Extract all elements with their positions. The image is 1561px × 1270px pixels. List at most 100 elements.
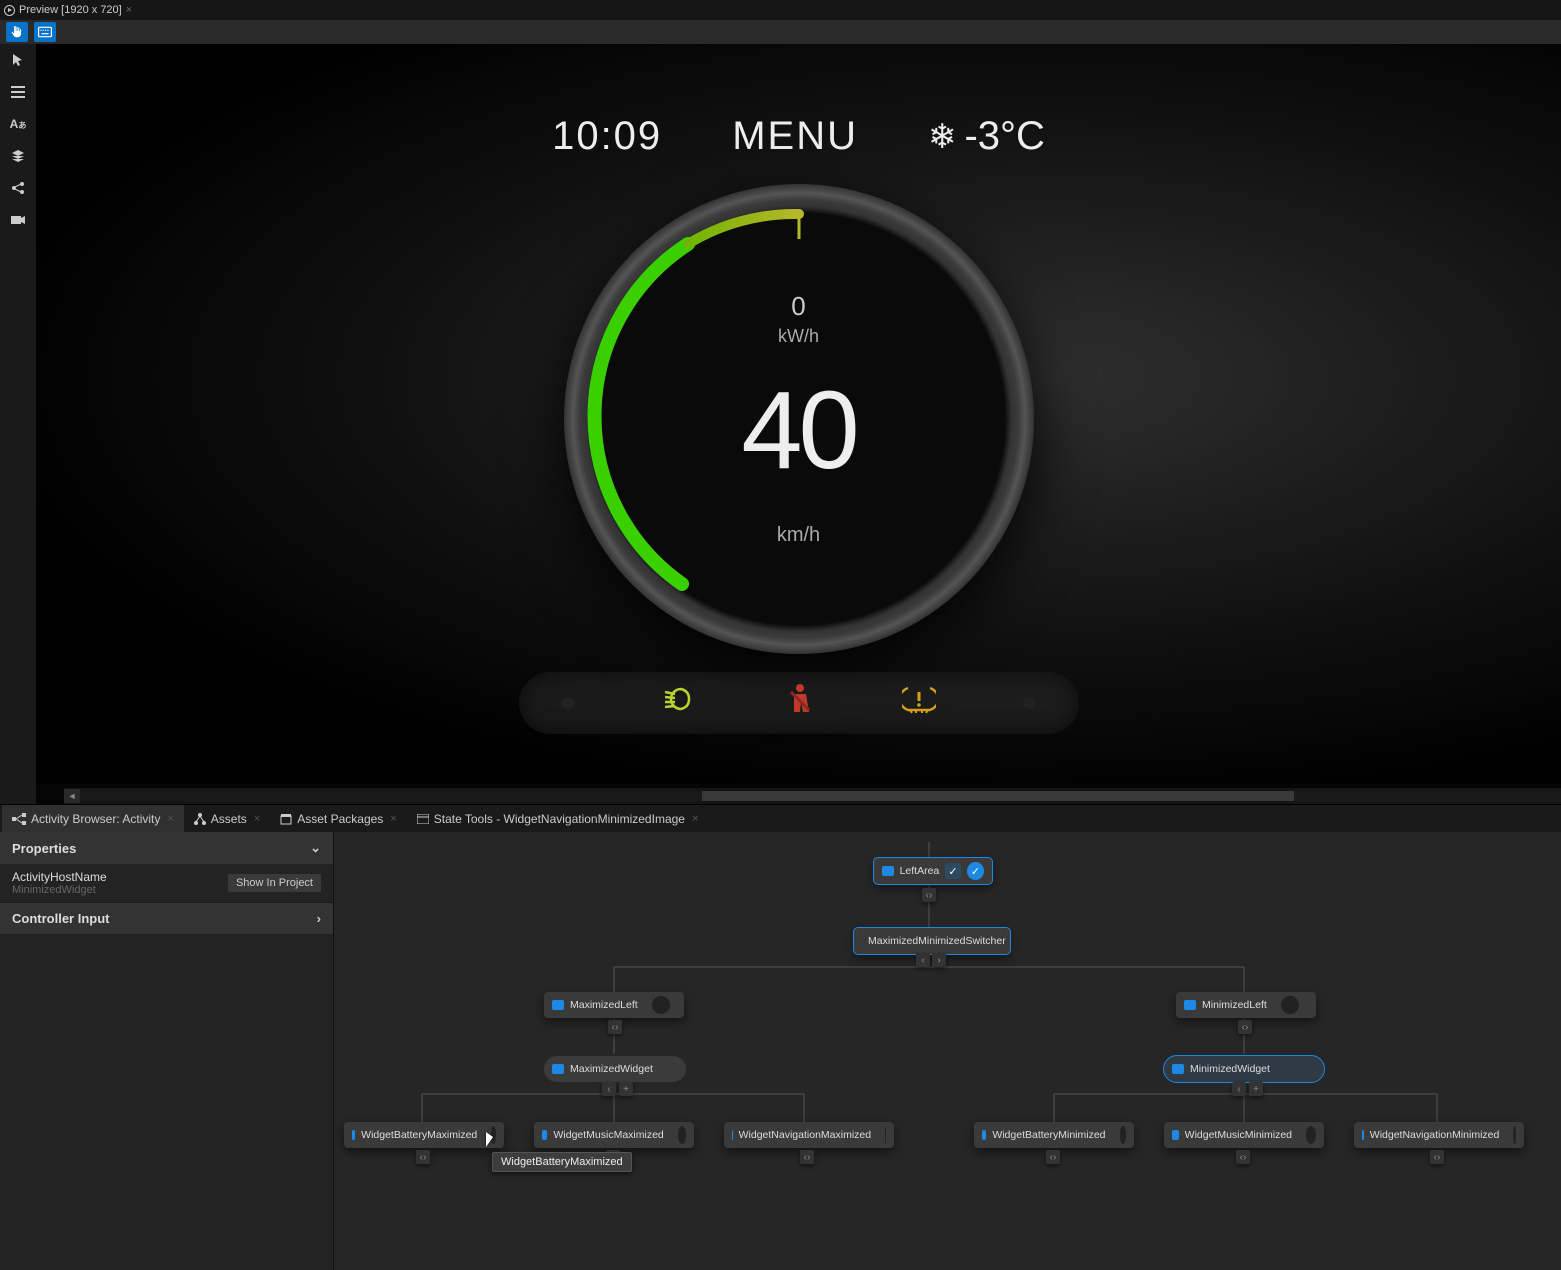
node-icon [352, 1130, 355, 1140]
touch-tool-button[interactable] [6, 22, 28, 42]
expand-handle[interactable]: ‹› [1236, 1150, 1250, 1164]
node-label: MinimizedWidget [1190, 1063, 1270, 1075]
bottom-tabstrip: Activity Browser: Activity × Assets × As… [0, 804, 1561, 832]
node-port[interactable] [1513, 1126, 1516, 1144]
expand-handle[interactable]: ‹› [800, 1150, 814, 1164]
expand-handle[interactable]: + [619, 1082, 633, 1096]
close-icon[interactable]: × [692, 813, 698, 825]
share-tool[interactable] [8, 178, 28, 198]
camera-tool[interactable] [8, 210, 28, 230]
show-in-project-button[interactable]: Show In Project [228, 874, 321, 892]
expand-handle[interactable]: ‹› [1430, 1150, 1444, 1164]
pointer-tool[interactable] [8, 50, 28, 70]
node-label: WidgetNavigationMinimized [1370, 1129, 1500, 1141]
preview-tab[interactable]: Preview [1920 x 720] × [4, 4, 132, 16]
left-tool-strip: Aあ [0, 44, 36, 804]
scroll-thumb[interactable] [702, 791, 1294, 801]
node-port[interactable] [885, 1126, 886, 1144]
keyboard-icon [38, 26, 52, 38]
node-widget-music-maximized[interactable]: WidgetMusicMaximized [534, 1122, 694, 1148]
node-maxmin-switcher[interactable]: MaximizedMinimizedSwitcher [854, 928, 1010, 954]
tab-label: Asset Packages [297, 812, 383, 826]
node-label: WidgetMusicMaximized [553, 1129, 663, 1141]
speed-value: 40 [741, 367, 855, 494]
node-port[interactable] [678, 1126, 686, 1144]
node-widget-battery-minimized[interactable]: WidgetBatteryMinimized [974, 1122, 1134, 1148]
preview-pane: Aあ 10:09 MENU ❄ -3°C [0, 44, 1561, 804]
scroll-track[interactable] [80, 791, 1561, 801]
node-icon [1184, 1000, 1196, 1010]
node-port[interactable] [652, 996, 670, 1014]
menu-button[interactable]: MENU [732, 114, 858, 159]
hand-icon [10, 25, 24, 39]
checkbox-icon[interactable]: ✓ [945, 863, 960, 879]
close-icon[interactable]: × [126, 4, 132, 16]
chevron-right-icon: › [317, 911, 321, 926]
keyboard-tool-button[interactable] [34, 22, 56, 42]
layers-icon [11, 149, 25, 163]
expand-handle[interactable]: + [1249, 1082, 1263, 1096]
tab-asset-packages[interactable]: Asset Packages × [270, 805, 406, 832]
preview-tab-label: Preview [1920 x 720] [19, 4, 122, 16]
node-port[interactable] [1306, 1126, 1316, 1144]
property-row-activityhost: ActivityHostName MinimizedWidget Show In… [0, 864, 333, 902]
expand-handle[interactable]: ‹› [1238, 1020, 1252, 1034]
translate-tool[interactable]: Aあ [8, 114, 28, 134]
node-maximized-left[interactable]: MaximizedLeft [544, 992, 684, 1018]
clock-label: 10:09 [552, 114, 662, 159]
speed-gauge: 0 kW/h 40 km/h [564, 184, 1034, 654]
node-minimized-left[interactable]: MinimizedLeft [1176, 992, 1316, 1018]
controller-input-label: Controller Input [12, 911, 110, 926]
expand-handle[interactable]: › [932, 953, 946, 967]
node-minimized-widget[interactable]: MinimizedWidget [1164, 1056, 1324, 1082]
scroll-left-button[interactable]: ◄ [64, 789, 80, 803]
hud-header: 10:09 MENU ❄ -3°C [36, 114, 1561, 159]
preview-hscrollbar[interactable]: ◄ [64, 788, 1561, 804]
node-widget-navigation-maximized[interactable]: WidgetNavigationMaximized [724, 1122, 894, 1148]
expand-handle[interactable]: ‹› [922, 888, 936, 902]
graph-edges [334, 832, 1561, 1270]
grid-tool[interactable] [8, 82, 28, 102]
tab-state-tools[interactable]: State Tools - WidgetNavigationMinimizedI… [407, 805, 709, 832]
expand-handle[interactable]: ‹ [916, 953, 930, 967]
node-icon [552, 1000, 564, 1010]
snowflake-icon: ❄ [928, 117, 957, 157]
close-icon[interactable]: × [390, 813, 396, 825]
warn-dot-right [1023, 697, 1035, 709]
node-maximized-widget[interactable]: MaximizedWidget [544, 1056, 686, 1082]
expand-handle[interactable]: ‹ [602, 1082, 616, 1096]
close-icon[interactable]: × [254, 813, 260, 825]
tab-activity-browser[interactable]: Activity Browser: Activity × [2, 805, 184, 832]
expand-handle[interactable]: ‹› [608, 1020, 622, 1034]
node-icon [882, 866, 894, 876]
tooltip: WidgetBatteryMaximized [492, 1152, 632, 1172]
node-label: WidgetBatteryMaximized [361, 1129, 477, 1141]
node-widget-battery-maximized[interactable]: WidgetBatteryMaximized [344, 1122, 504, 1148]
activity-graph-canvas[interactable]: LeftArea ✓ ✓ ‹› MaximizedMinimizedSwitch… [334, 832, 1561, 1270]
node-icon [982, 1130, 986, 1140]
close-icon[interactable]: × [167, 813, 173, 825]
chevron-down-icon: ⌄ [310, 840, 321, 856]
window-icon [417, 814, 429, 824]
expand-handle[interactable]: ‹› [416, 1150, 430, 1164]
tab-assets[interactable]: Assets × [184, 805, 270, 832]
node-leftarea[interactable]: LeftArea ✓ ✓ [874, 858, 992, 884]
expand-handle[interactable]: ‹› [1046, 1150, 1060, 1164]
controller-input-header[interactable]: Controller Input › [0, 902, 333, 934]
preview-viewport[interactable]: 10:09 MENU ❄ -3°C [36, 44, 1561, 804]
tab-label: State Tools - WidgetNavigationMinimizedI… [434, 812, 685, 826]
node-icon [1362, 1130, 1364, 1140]
node-widget-music-minimized[interactable]: WidgetMusicMinimized [1164, 1122, 1324, 1148]
seatbelt-icon [785, 682, 815, 724]
properties-header[interactable]: Properties ⌄ [0, 832, 333, 864]
node-label: WidgetNavigationMaximized [739, 1129, 871, 1141]
expand-handle[interactable]: ‹ [1232, 1082, 1246, 1096]
package-icon [280, 813, 292, 825]
tree-icon [194, 813, 206, 825]
node-widget-navigation-minimized[interactable]: WidgetNavigationMinimized [1354, 1122, 1524, 1148]
layers-tool[interactable] [8, 146, 28, 166]
check-icon[interactable]: ✓ [967, 862, 984, 880]
node-port[interactable] [1281, 996, 1299, 1014]
tpms-icon [902, 684, 936, 722]
node-port[interactable] [1120, 1126, 1126, 1144]
